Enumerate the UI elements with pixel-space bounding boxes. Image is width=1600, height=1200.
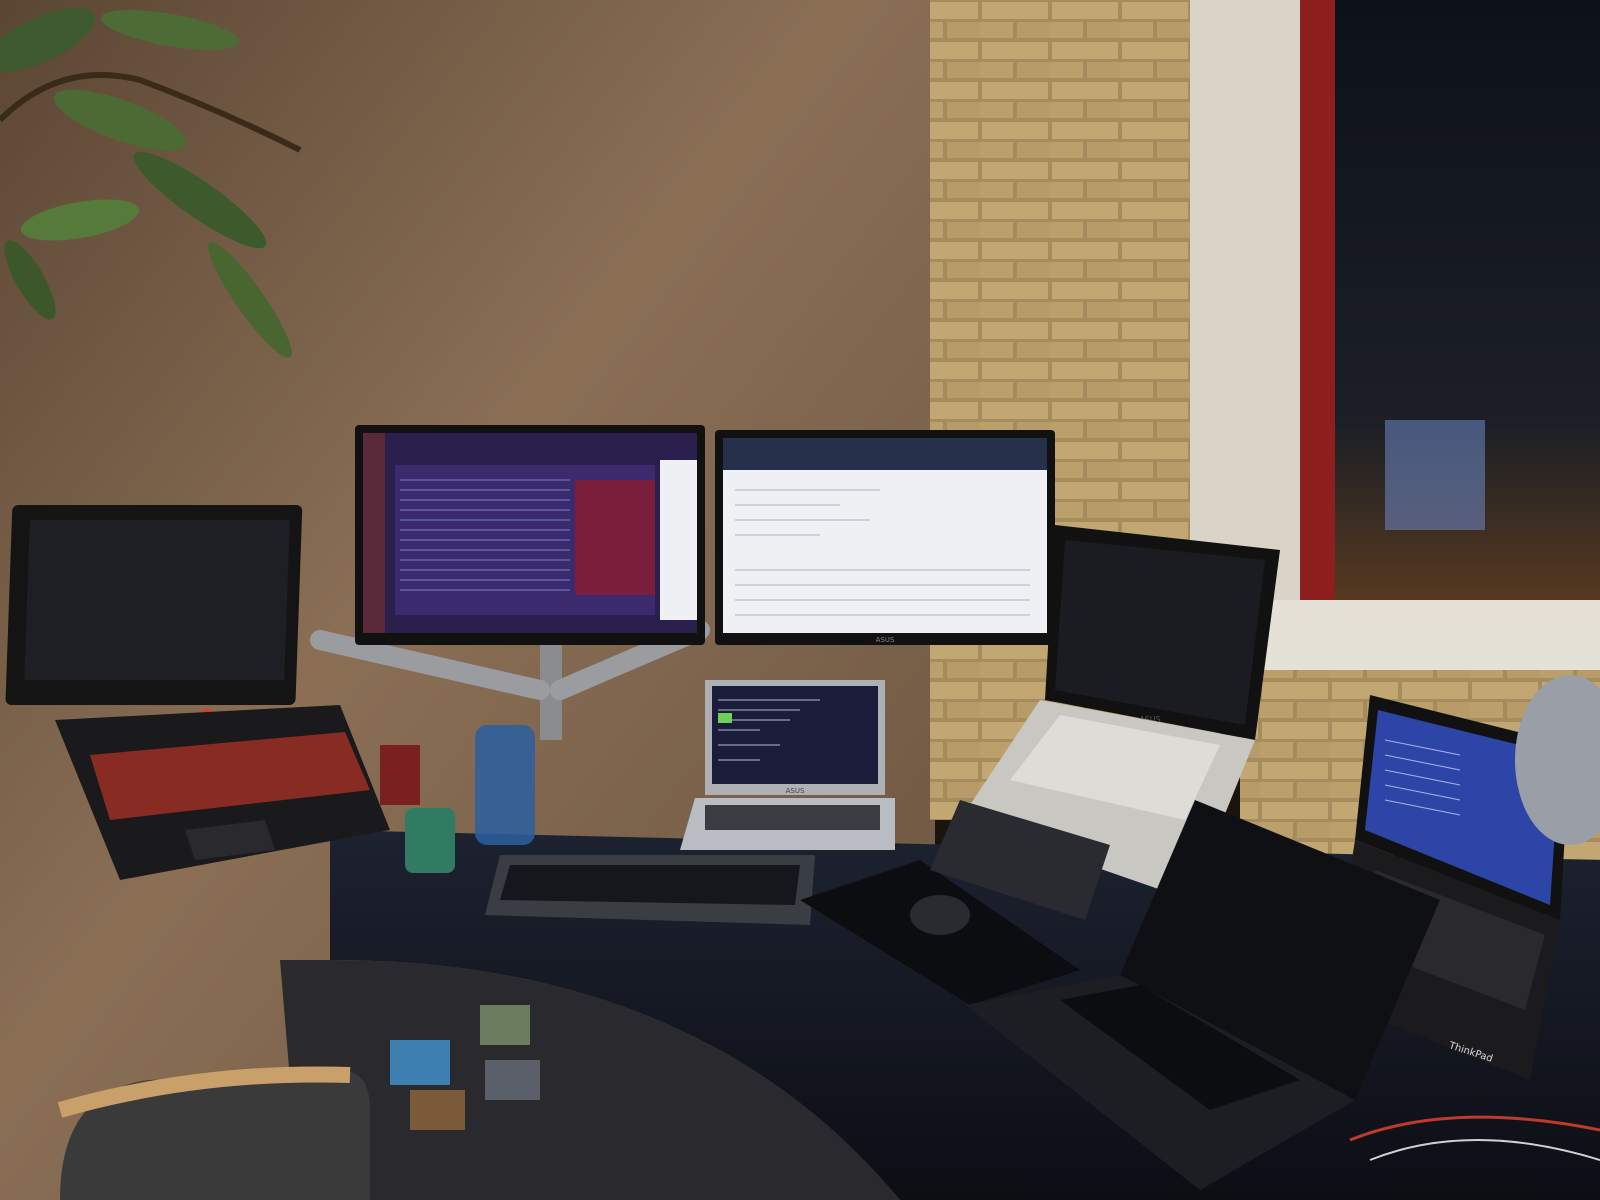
laptop-brand: ASUS bbox=[786, 787, 805, 795]
browser-toolbar bbox=[723, 438, 1047, 470]
window-reflection bbox=[1385, 420, 1485, 530]
window-sill bbox=[1260, 600, 1600, 670]
fridge-magnet bbox=[480, 1005, 530, 1045]
fridge-magnet bbox=[485, 1060, 540, 1100]
laptop-center: ASUS bbox=[680, 680, 895, 850]
side-pane bbox=[660, 460, 697, 620]
fridge-magnet bbox=[410, 1090, 465, 1130]
desk-setup-scene: ASUS ASUS ASUS ThinkPad bbox=[0, 0, 1600, 1200]
monitor-brand: ASUS bbox=[876, 636, 895, 644]
monitor-left bbox=[355, 425, 705, 645]
mug bbox=[405, 808, 455, 873]
terminal-highlight bbox=[718, 713, 732, 723]
fridge-magnet bbox=[390, 1040, 450, 1085]
keyboard-keys bbox=[500, 865, 800, 905]
monitor-right: ASUS bbox=[715, 430, 1055, 645]
pencil-cup bbox=[380, 745, 420, 805]
dock-bar bbox=[363, 433, 385, 633]
window-trim bbox=[1190, 0, 1310, 610]
water-bottle bbox=[475, 725, 535, 845]
terminal-screen bbox=[712, 686, 878, 784]
laptop-screen-off bbox=[24, 520, 290, 680]
laptop-keyboard bbox=[705, 805, 880, 830]
terminal-pane bbox=[575, 480, 655, 595]
mouse bbox=[910, 895, 970, 935]
